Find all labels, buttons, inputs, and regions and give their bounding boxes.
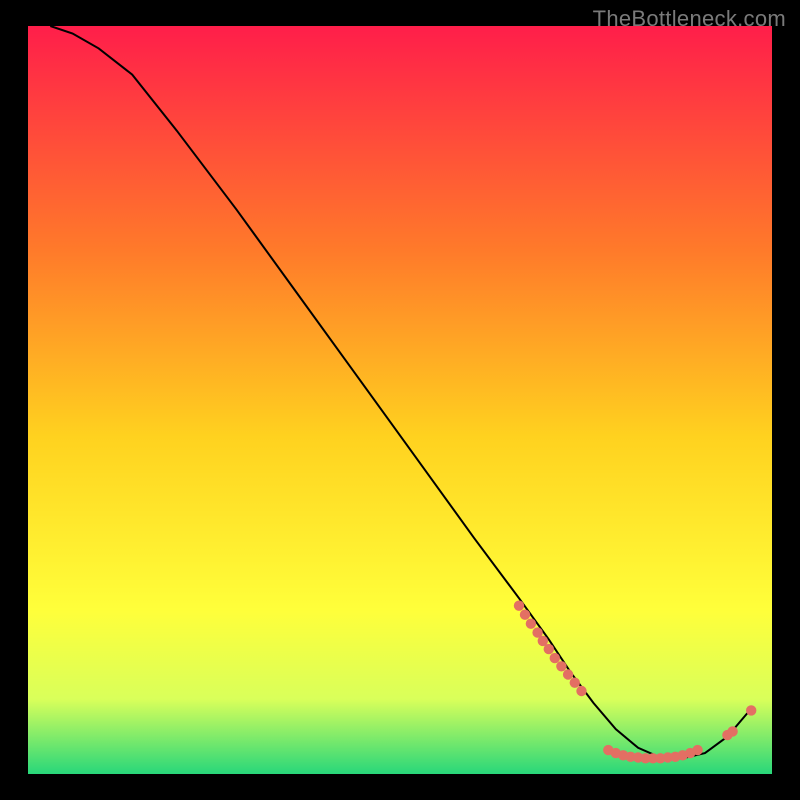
- scatter-point: [526, 619, 536, 629]
- scatter-point: [727, 726, 737, 736]
- scatter-point: [576, 686, 586, 696]
- scatter-point: [550, 653, 560, 663]
- scatter-point: [556, 661, 566, 671]
- scatter-point: [544, 644, 554, 654]
- watermark-text: TheBottleneck.com: [593, 6, 786, 32]
- scatter-point: [692, 745, 702, 755]
- scatter-point: [514, 601, 524, 611]
- scatter-point: [563, 669, 573, 679]
- scatter-point: [570, 678, 580, 688]
- plot-area: [28, 26, 772, 774]
- chart-frame: TheBottleneck.com: [0, 0, 800, 800]
- chart-svg: [28, 26, 772, 774]
- scatter-point: [746, 705, 756, 715]
- scatter-point: [520, 610, 530, 620]
- gradient-background: [28, 26, 772, 774]
